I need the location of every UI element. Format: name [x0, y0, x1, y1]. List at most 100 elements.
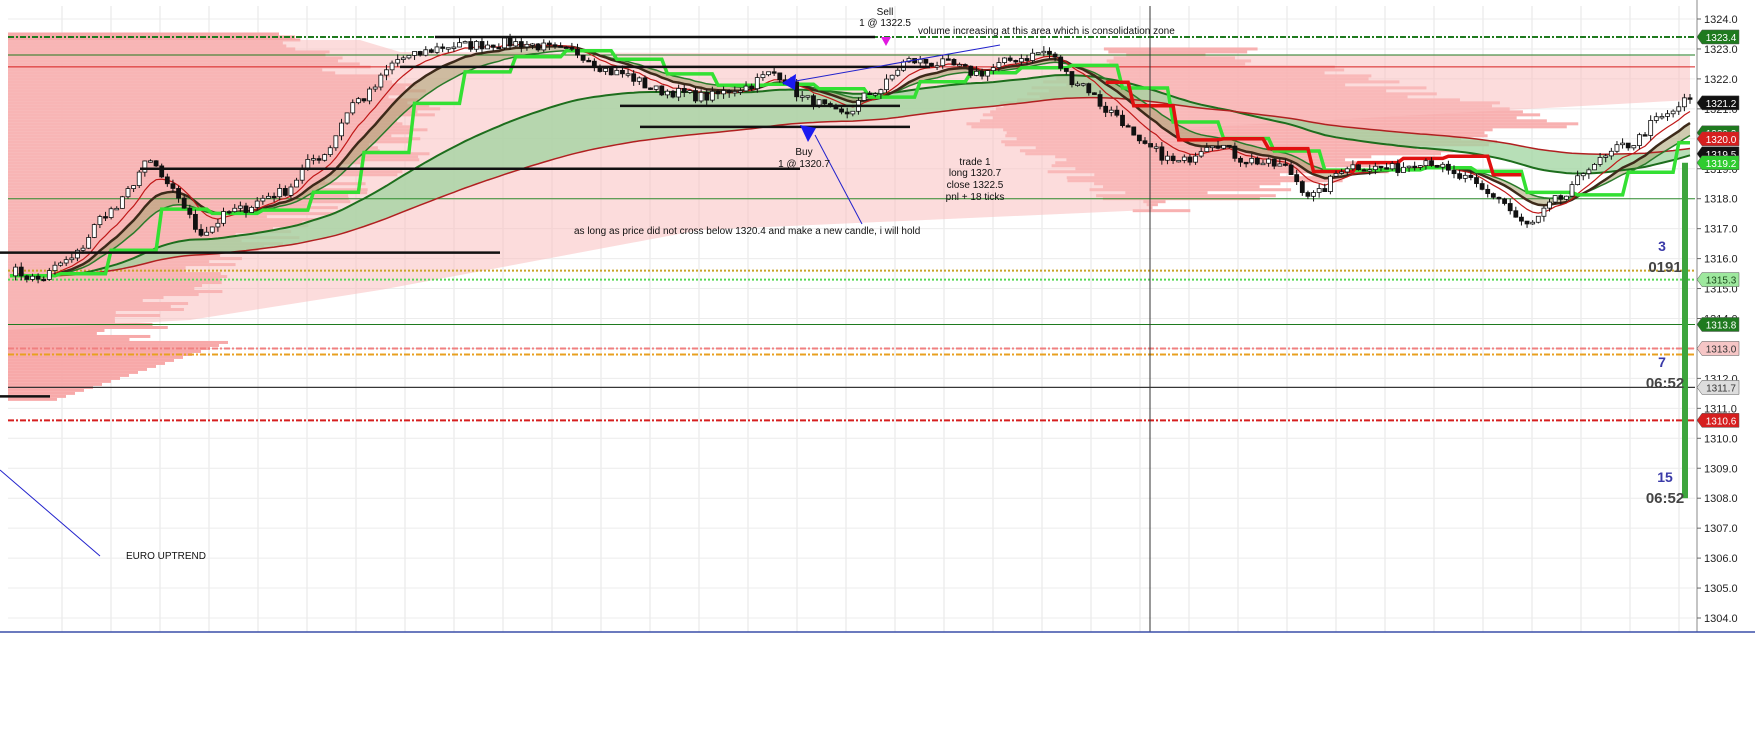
candle-body [1187, 156, 1193, 163]
candle-body [232, 207, 238, 213]
volume-bar [8, 358, 174, 362]
candle [1592, 162, 1597, 171]
candle-body [721, 90, 726, 95]
candle-body [620, 69, 625, 75]
candle-body [1283, 163, 1288, 166]
candle-body [344, 112, 350, 124]
candle-body [1339, 171, 1345, 174]
candle-body [1030, 52, 1036, 61]
price-tag: 1320.0 [1696, 131, 1740, 147]
candle-body [119, 196, 125, 209]
price-tag-label: 1320.0 [1706, 135, 1737, 146]
candle-body [1547, 201, 1552, 209]
price-tag-label: 1321.2 [1706, 99, 1737, 110]
candle-body [473, 41, 479, 50]
candle-body [614, 69, 620, 76]
volume-bar [8, 328, 105, 332]
candle-body [1367, 169, 1373, 172]
candle-body [799, 95, 805, 98]
candle-body [1277, 163, 1283, 167]
candle [670, 89, 676, 99]
volume-bar [8, 391, 75, 395]
candle-body [1440, 163, 1446, 168]
candle-body [209, 226, 215, 233]
candle-body [1592, 164, 1597, 171]
candle-body [754, 77, 760, 90]
price-tag-label: 1319.2 [1706, 159, 1737, 170]
volume-bar [1103, 47, 1258, 51]
candle-body [277, 188, 283, 198]
candle-body [1322, 188, 1328, 192]
candle-body [1305, 192, 1311, 197]
chart-canvas[interactable]: 1324.01323.01322.01321.01320.01319.01318… [0, 0, 1755, 736]
price-tag: 1321.2 [1696, 95, 1740, 111]
candle-body [1075, 83, 1080, 86]
candle-body [1266, 158, 1271, 164]
candle-body [1665, 113, 1670, 117]
candle-body [221, 211, 226, 224]
candle-body [429, 49, 434, 53]
timer-3-time: 06:52 [1646, 490, 1684, 507]
candle-body [738, 90, 743, 93]
candle-body [1580, 173, 1586, 177]
trend-note: EURO UPTREND [126, 551, 206, 562]
candle-body [1575, 175, 1581, 185]
candle-body [895, 69, 901, 76]
candle-body [586, 59, 592, 63]
volume-bar [8, 32, 280, 36]
candle-body [361, 98, 367, 102]
buy-title: Buy [795, 147, 812, 158]
candle-body [97, 216, 103, 226]
candle [1176, 160, 1182, 163]
tick-label: 1304.0 [1704, 613, 1738, 625]
candle-body [254, 200, 260, 208]
candle-body [1620, 142, 1625, 146]
volume-bar [8, 376, 120, 380]
volume-bar [8, 379, 111, 383]
price-tag-label: 1313.0 [1706, 344, 1737, 355]
candle-body [311, 158, 316, 161]
candle-body [580, 54, 586, 61]
candle-body [524, 43, 530, 48]
candle-body [1198, 151, 1204, 157]
candle [322, 153, 328, 162]
candle-body [131, 185, 137, 189]
bar-timer-strip [1682, 162, 1688, 499]
candle-body [990, 67, 996, 71]
candle-body [1254, 157, 1260, 165]
candle-body [1063, 67, 1069, 72]
candle-body [1445, 163, 1451, 171]
candle-body [417, 51, 423, 56]
volume-bar [8, 337, 130, 341]
candle-body [1541, 207, 1547, 217]
candle-body [1120, 114, 1125, 127]
candle-body [406, 55, 412, 59]
candle-body [103, 216, 108, 219]
candle-body [1311, 192, 1316, 197]
candle-body [732, 91, 738, 94]
volume-bar [8, 349, 201, 353]
candle-body [805, 95, 811, 98]
candle-body [1614, 144, 1620, 152]
timer-3-count: 15 [1657, 469, 1673, 485]
candle-body [462, 41, 468, 44]
candle-body [811, 95, 816, 107]
candle-body [355, 98, 361, 104]
candle [1092, 92, 1097, 95]
volume-bar [8, 355, 183, 359]
price-tag: 1310.6 [1696, 413, 1740, 428]
candle-body [1608, 150, 1614, 157]
candle-body [1002, 57, 1007, 63]
candle-body [850, 110, 856, 115]
candle-body [1519, 216, 1524, 222]
candle-body [642, 77, 648, 89]
candle-body [822, 99, 828, 104]
candle [929, 62, 934, 67]
timer-1-count: 3 [1658, 238, 1666, 254]
candle-body [1384, 167, 1389, 170]
candle-body [968, 65, 974, 76]
candle-body [546, 42, 552, 46]
candle-body [1563, 195, 1569, 200]
candle-body [1013, 60, 1019, 63]
price-chart[interactable]: 1324.01323.01322.01321.01320.01319.01318… [0, 0, 1755, 736]
